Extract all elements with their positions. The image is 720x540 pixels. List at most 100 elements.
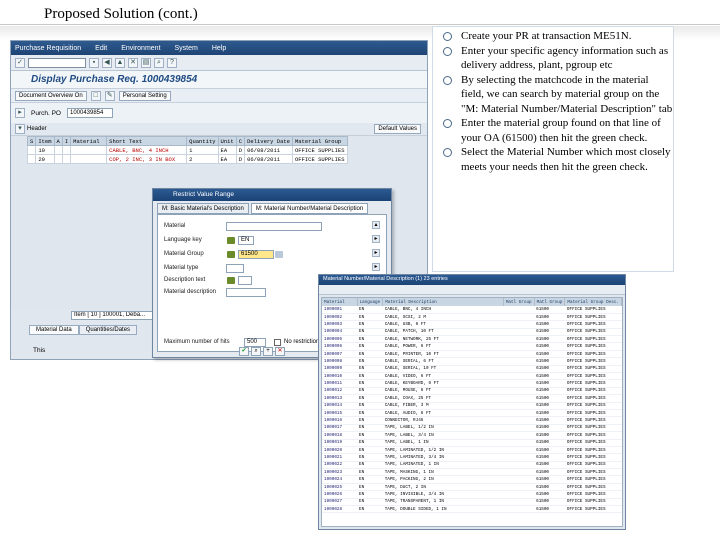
material-list-cell[interactable]: 61500 xyxy=(534,483,565,492)
material-list-cell[interactable] xyxy=(503,306,535,314)
material-list-cell[interactable]: EN xyxy=(357,313,383,322)
material-list-cell[interactable]: OFFICE SUPPLIES xyxy=(564,431,622,440)
material-list-cell[interactable]: OFFICE SUPPLIES xyxy=(564,468,622,477)
material-list-cell[interactable]: 61500 xyxy=(534,439,565,447)
material-list-cell[interactable]: 61500 xyxy=(534,446,565,455)
item-cell[interactable]: 20 xyxy=(35,154,55,164)
material-list-cell[interactable]: 1000012 xyxy=(322,387,358,396)
table-row[interactable]: 1000019 EN TAPE, LABEL, 1 IN 61500 OFFICE SU… xyxy=(322,439,622,447)
table-row[interactable]: 1000006 EN CABLE, POWER, 6 FT 61500 OFFICE S… xyxy=(322,342,622,351)
material-list-cell[interactable]: 61500 xyxy=(534,320,565,329)
material-list-cell[interactable]: OFFICE SUPPLIES xyxy=(564,416,622,425)
material-list-cell[interactable]: CABLE, NETWORK, 25 FT xyxy=(382,335,504,344)
language-key-input[interactable]: EN xyxy=(238,235,254,245)
expand-icon[interactable]: ▸ xyxy=(15,108,25,118)
material-list-cell[interactable] xyxy=(503,475,535,484)
material-list-cell[interactable] xyxy=(503,394,535,403)
material-group-input[interactable]: 61500 xyxy=(238,249,274,259)
material-list-cell[interactable]: EN xyxy=(357,424,383,433)
exit-icon[interactable]: ▲ xyxy=(115,57,125,68)
material-list-cell[interactable]: OFFICE SUPPLIES xyxy=(564,483,622,492)
material-list-cell[interactable] xyxy=(503,439,535,447)
material-list-cell[interactable]: EN xyxy=(357,505,383,514)
material-list-cell[interactable]: 1000015 xyxy=(322,409,358,418)
material-list-cell[interactable]: 61500 xyxy=(534,365,565,374)
tab-material-number-description[interactable]: M: Material Number/Material Description xyxy=(250,203,369,214)
table-row[interactable]: 1000005 EN CABLE, NETWORK, 25 FT 61500 OFFIC… xyxy=(322,335,622,344)
material-list-cell[interactable] xyxy=(503,498,535,507)
material-list-cell[interactable]: 1000011 xyxy=(322,379,358,388)
column-header[interactable]: Material Group xyxy=(291,136,348,146)
material-list-cell[interactable]: OFFICE SUPPLIES xyxy=(564,313,622,322)
new-entry-button[interactable]: + xyxy=(263,347,273,356)
material-list-cell[interactable]: EN xyxy=(357,475,383,484)
save-icon[interactable]: ▪ xyxy=(89,57,99,68)
table-row[interactable]: 10 CABLE, BNC, 4 INCH 1 EA D 06/08/2011 … xyxy=(26,145,348,155)
material-list-cell[interactable] xyxy=(503,335,535,344)
material-list-cell[interactable]: EN xyxy=(357,446,383,455)
material-list-cell[interactable] xyxy=(503,350,535,359)
material-list-cell[interactable]: CABLE, FIBER, 3 M xyxy=(382,402,504,410)
display-change-icon[interactable]: ✎ xyxy=(104,90,115,101)
material-list-cell[interactable]: EN xyxy=(357,372,383,381)
material-list-cell[interactable] xyxy=(503,313,535,322)
material-list-cell[interactable]: TAPE, LABEL, 1 IN xyxy=(382,439,504,447)
material-list-cell[interactable] xyxy=(503,379,535,388)
material-list-cell[interactable]: TAPE, LAMINATED, 1 IN xyxy=(382,461,504,470)
quantity-cell[interactable]: 2 xyxy=(186,154,219,164)
material-list-cell[interactable]: 61500 xyxy=(534,335,565,344)
material-list-cell[interactable]: OFFICE SUPPLIES xyxy=(564,402,622,410)
material-list-cell[interactable]: EN xyxy=(357,461,383,470)
material-list-cell[interactable]: EN xyxy=(357,342,383,351)
matchcode-icon[interactable] xyxy=(227,250,235,258)
material-list-cell[interactable]: TAPE, LABEL, 1/2 IN xyxy=(382,424,504,433)
material-list-cell[interactable]: CABLE, USB, 6 FT xyxy=(382,320,504,329)
material-list-cell[interactable] xyxy=(503,453,535,462)
material-list-cell[interactable]: 61500 xyxy=(534,475,565,484)
material-list-cell[interactable]: EN xyxy=(357,394,383,403)
column-header[interactable]: Item xyxy=(35,136,55,146)
table-row[interactable]: 1000001 EN CABLE, BNC, 4 INCH 61500 OFFICE S… xyxy=(322,306,622,314)
table-row[interactable]: 1000002 EN CABLE, SCSI, 2 M 61500 OFFICE SUP… xyxy=(322,313,622,322)
account-cell[interactable] xyxy=(53,154,63,164)
material-list-cell[interactable] xyxy=(503,409,535,418)
short-text-cell[interactable]: CABLE, BNC, 4 INCH xyxy=(106,145,188,155)
table-row[interactable]: 1000023 EN TAPE, MASKING, 1 IN 61500 OFFICE … xyxy=(322,468,622,477)
material-list-cell[interactable]: OFFICE SUPPLIES xyxy=(564,372,622,381)
material-list-cell[interactable]: 61500 xyxy=(534,424,565,433)
category-cell[interactable]: D xyxy=(235,145,246,155)
material-list-cell[interactable]: CABLE, SERIAL, 10 FT xyxy=(382,365,504,374)
material-list-cell[interactable]: 61500 xyxy=(534,402,565,410)
material-list-cell[interactable]: TAPE, TRANSPARENT, 1 IN xyxy=(382,498,504,507)
material-list-cell[interactable]: EN xyxy=(357,306,383,314)
material-list-cell[interactable]: OFFICE SUPPLIES xyxy=(564,409,622,418)
material-list-cell[interactable]: OFFICE SUPPLIES xyxy=(564,439,622,447)
table-row[interactable]: 1000007 EN CABLE, PRINTER, 10 FT 61500 OFFIC… xyxy=(322,350,622,359)
material-list-cell[interactable] xyxy=(503,416,535,425)
material-list-cell[interactable]: 61500 xyxy=(534,498,565,507)
material-list-cell[interactable]: OFFICE SUPPLIES xyxy=(564,320,622,329)
material-list-cell[interactable]: 1000027 xyxy=(322,498,358,507)
material-list-cell[interactable] xyxy=(503,402,535,410)
table-row[interactable]: 1000016 EN CONNECTOR, RJ45 61500 OFFICE SUPP… xyxy=(322,416,622,425)
material-list-cell[interactable]: 61500 xyxy=(534,461,565,470)
column-header[interactable]: Unit xyxy=(217,136,237,146)
material-list-cell[interactable]: 1000005 xyxy=(322,335,358,344)
create-icon[interactable]: □ xyxy=(90,90,101,101)
column-header[interactable]: A xyxy=(53,136,63,146)
material-list-cell[interactable]: 1000024 xyxy=(322,475,358,484)
material-list-cell[interactable]: CABLE, AUDIO, 6 FT xyxy=(382,409,504,418)
material-list-cell[interactable]: 1000009 xyxy=(322,365,358,374)
material-list-cell[interactable] xyxy=(503,483,535,492)
material-list-cell[interactable]: 1000006 xyxy=(322,342,358,351)
material-list-cell[interactable]: OFFICE SUPPLIES xyxy=(564,357,622,366)
cancel-icon[interactable]: ✕ xyxy=(128,57,138,68)
material-list-cell[interactable]: 1000025 xyxy=(322,483,358,492)
material-list-cell[interactable] xyxy=(503,446,535,455)
material-list-cell[interactable]: EN xyxy=(357,439,383,447)
material-list-cell[interactable]: CABLE, SERIAL, 6 FT xyxy=(382,357,504,366)
material-list-cell[interactable]: 61500 xyxy=(534,416,565,425)
material-list-cell[interactable]: TAPE, LAMINATED, 1/2 IN xyxy=(382,446,504,455)
material-list-cell[interactable]: 1000018 xyxy=(322,431,358,440)
material-list-cell[interactable]: 1000021 xyxy=(322,453,358,462)
